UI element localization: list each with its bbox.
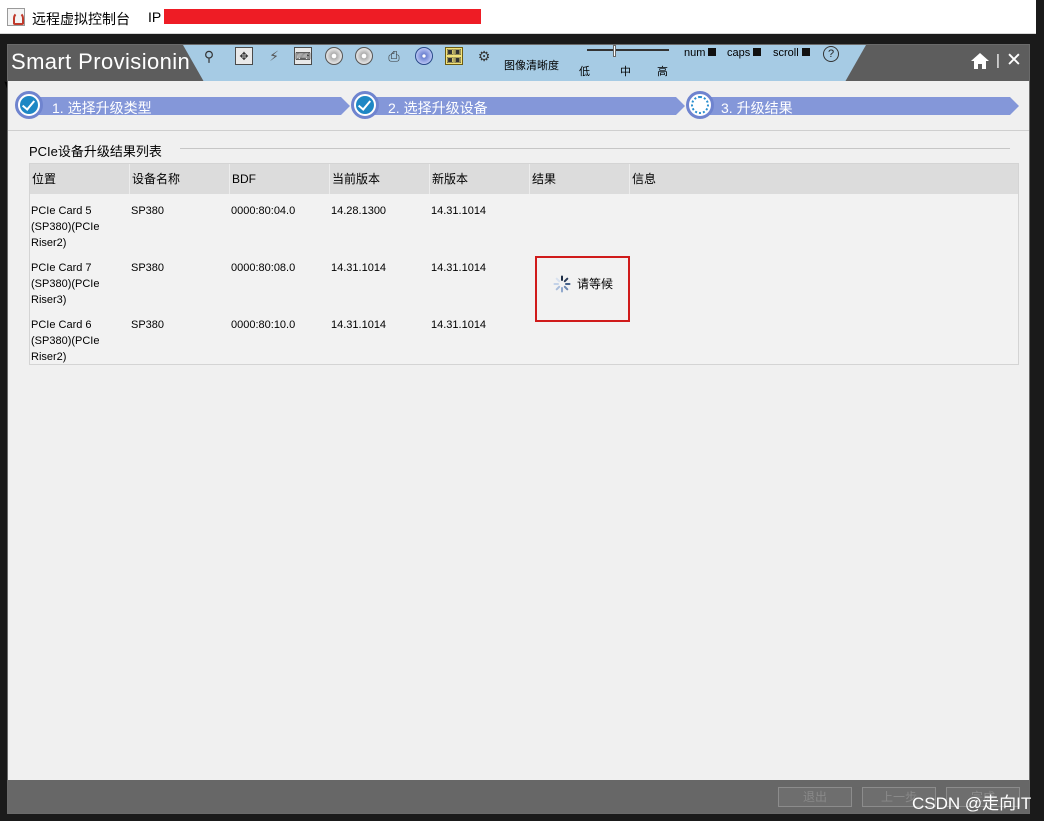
- column-header-bdf[interactable]: BDF: [230, 164, 330, 194]
- quality-slider-thumb[interactable]: [613, 45, 616, 57]
- check-icon: [20, 96, 38, 114]
- wizard-steps: 1. 选择升级类型 2. 选择升级设备 3. 升级结果: [8, 91, 1029, 119]
- column-header-location[interactable]: 位置: [30, 164, 130, 194]
- column-header-current-version[interactable]: 当前版本: [330, 164, 430, 194]
- close-icon[interactable]: ✕: [1006, 49, 1022, 72]
- caps-lock-text: caps: [727, 47, 751, 59]
- help-icon[interactable]: ?: [823, 46, 839, 62]
- cell-new-version: 14.31.1014: [431, 319, 487, 331]
- magnify-icon[interactable]: ⚲: [200, 47, 218, 65]
- cell-new-version: 14.31.1014: [431, 262, 487, 274]
- column-header-new-version[interactable]: 新版本: [430, 164, 530, 194]
- cell-new-version: 14.31.1014: [431, 205, 487, 217]
- column-header-result[interactable]: 结果: [530, 164, 630, 194]
- settings-icon[interactable]: ⚙: [475, 47, 493, 65]
- lightning-icon[interactable]: ⚡: [265, 47, 283, 65]
- java-icon: [7, 8, 25, 26]
- cell-current-version: 14.31.1014: [331, 262, 387, 274]
- cell-device: SP380: [131, 319, 165, 331]
- step-2-marker: [351, 91, 379, 119]
- top-bar: Smart Provisioning ⚲ ✥ ⚡ ⌨ ⎙ ▣▣ ▣▣ ⚙ 图像清晰…: [8, 45, 1029, 81]
- quality-low-label: 低: [579, 66, 590, 78]
- cell-location: PCIe Card 5 (SP380)(PCIe Riser2): [31, 205, 100, 249]
- scroll-lock-indicator: [801, 48, 810, 56]
- cell-bdf: 0000:80:08.0: [231, 262, 296, 274]
- ip-label: IP: [148, 9, 162, 25]
- table-row[interactable]: PCIe Card 6 (SP380)(PCIe Riser2) SP380 0…: [30, 309, 1018, 366]
- check-icon: [356, 96, 374, 114]
- results-table: 位置 设备名称 BDF 当前版本 新版本 结果 信息 PCIe Card 5 (…: [29, 163, 1019, 365]
- step-2-label: 2. 选择升级设备: [388, 100, 488, 116]
- cell-bdf: 0000:80:10.0: [231, 319, 296, 331]
- toolbar: ⚲ ✥ ⚡ ⌨ ⎙ ▣▣ ▣▣ ⚙ 图像清晰度 低 中 高 num caps sc…: [183, 45, 866, 81]
- image-quality-label: 图像清晰度: [504, 60, 559, 72]
- column-header-info[interactable]: 信息: [630, 164, 1018, 194]
- cell-device: SP380: [131, 262, 165, 274]
- cell-bdf: 0000:80:04.0: [231, 205, 296, 217]
- topbar-divider: |: [996, 52, 1000, 69]
- loading-spinner-icon: [553, 275, 571, 293]
- table-header: 位置 设备名称 BDF 当前版本 新版本 结果 信息: [30, 164, 1018, 194]
- scroll-lock-label: scroll: [773, 47, 814, 59]
- quality-mid-label: 中: [620, 66, 631, 78]
- cell-device: SP380: [131, 205, 165, 217]
- exit-button[interactable]: 退出: [778, 787, 852, 807]
- section-title: PCIe设备升级结果列表: [29, 144, 162, 159]
- floppy-icon[interactable]: [325, 47, 343, 65]
- step-3-label: 3. 升级结果: [721, 100, 793, 116]
- scroll-lock-text: scroll: [773, 47, 799, 59]
- table-row[interactable]: PCIe Card 5 (SP380)(PCIe Riser2) SP380 0…: [30, 195, 1018, 252]
- home-icon[interactable]: [970, 52, 990, 70]
- disk-icon[interactable]: [355, 47, 373, 65]
- window-titlebar: 远程虚拟控制台 IP: [0, 0, 1036, 34]
- step-1-label: 1. 选择升级类型: [52, 100, 152, 116]
- num-lock-label: num: [684, 47, 720, 59]
- window-title: 远程虚拟控制台: [32, 11, 130, 27]
- quality-slider-track[interactable]: [587, 49, 669, 51]
- caps-lock-indicator: [753, 48, 762, 56]
- column-header-device[interactable]: 设备名称: [130, 164, 230, 194]
- cell-location: PCIe Card 6 (SP380)(PCIe Riser2): [31, 319, 100, 363]
- keyboard-icon[interactable]: ⌨: [294, 47, 312, 65]
- brand-title: Smart Provisioning: [11, 49, 191, 74]
- caps-lock-label: caps: [727, 47, 765, 59]
- app-frame: Smart Provisioning ⚲ ✥ ⚡ ⌨ ⎙ ▣▣ ▣▣ ⚙ 图像清晰…: [7, 44, 1030, 814]
- quality-high-label: 高: [657, 66, 668, 78]
- result-waiting-text: 请等候: [577, 277, 614, 291]
- cell-current-version: 14.28.1300: [331, 205, 387, 217]
- move-icon[interactable]: ✥: [235, 47, 253, 65]
- watermark: CSDN @走向IT: [912, 794, 1032, 813]
- table-row[interactable]: PCIe Card 7 (SP380)(PCIe Riser3) SP380 0…: [30, 252, 1018, 309]
- divider: [8, 130, 1029, 131]
- cd-icon[interactable]: [415, 47, 433, 65]
- cell-current-version: 14.31.1014: [331, 319, 387, 331]
- ip-redaction: [164, 9, 481, 24]
- grid-icon[interactable]: ▣▣ ▣▣: [445, 47, 463, 65]
- waiting-highlight-box: 请等候: [535, 256, 630, 322]
- num-lock-text: num: [684, 47, 706, 59]
- progress-spinner-icon: [691, 96, 709, 114]
- cell-location: PCIe Card 7 (SP380)(PCIe Riser3): [31, 262, 100, 306]
- printer-icon[interactable]: ⎙: [385, 47, 403, 65]
- step-1-marker: [15, 91, 43, 119]
- bottom-bar: 退出 上一步 完成: [8, 780, 1029, 813]
- num-lock-indicator: [708, 48, 717, 56]
- step-3-marker: [686, 91, 714, 119]
- section-rule: [180, 148, 1010, 149]
